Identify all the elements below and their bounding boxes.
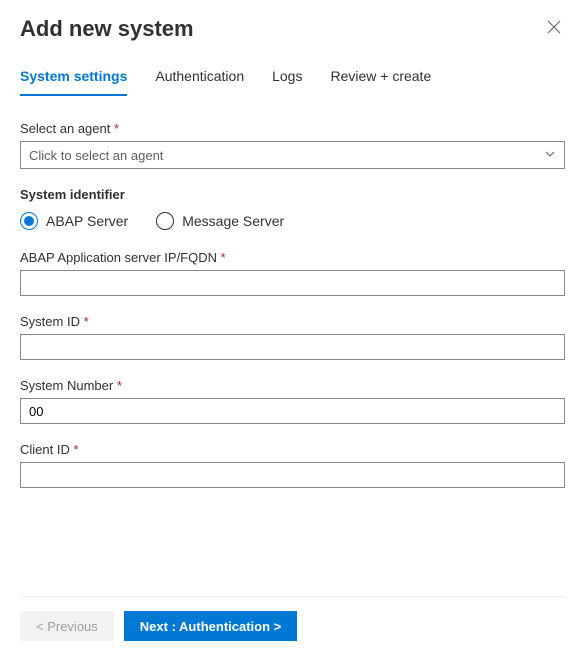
radio-abap-server[interactable]: ABAP Server xyxy=(20,212,128,230)
server-type-radio-group: ABAP Server Message Server xyxy=(20,212,565,230)
system-identifier-heading: System identifier xyxy=(20,187,565,202)
system-id-input[interactable] xyxy=(20,334,565,360)
add-system-pane: Add new system System settings Authentic… xyxy=(0,0,585,657)
chevron-down-icon xyxy=(544,148,556,163)
close-icon xyxy=(547,21,561,38)
form-body: Select an agent * Click to select an age… xyxy=(20,121,565,596)
select-agent-dropdown[interactable]: Click to select an agent xyxy=(20,141,565,169)
required-marker: * xyxy=(117,378,122,393)
abap-ip-input[interactable] xyxy=(20,270,565,296)
abap-ip-label: ABAP Application server IP/FQDN * xyxy=(20,250,565,265)
tab-label: Authentication xyxy=(155,68,244,84)
system-id-label: System ID * xyxy=(20,314,565,329)
required-marker: * xyxy=(114,121,119,136)
client-id-label: Client ID * xyxy=(20,442,565,457)
radio-icon xyxy=(20,212,38,230)
tab-logs[interactable]: Logs xyxy=(272,62,302,96)
tab-authentication[interactable]: Authentication xyxy=(155,62,244,96)
label-text: System Number xyxy=(20,378,113,393)
previous-button[interactable]: < Previous xyxy=(20,611,114,641)
field-select-agent: Select an agent * Click to select an age… xyxy=(20,121,565,169)
required-marker: * xyxy=(73,442,78,457)
system-number-input[interactable] xyxy=(20,398,565,424)
radio-label: ABAP Server xyxy=(46,213,128,229)
tab-label: Review + create xyxy=(330,68,431,84)
field-abap-ip: ABAP Application server IP/FQDN * xyxy=(20,250,565,296)
footer-bar: < Previous Next : Authentication > xyxy=(20,596,565,641)
field-client-id: Client ID * xyxy=(20,442,565,488)
tab-label: Logs xyxy=(272,68,302,84)
required-marker: * xyxy=(84,314,89,329)
select-agent-label: Select an agent * xyxy=(20,121,565,136)
label-text: System ID xyxy=(20,314,80,329)
tab-label: System settings xyxy=(20,68,127,84)
field-system-number: System Number * xyxy=(20,378,565,424)
field-system-id: System ID * xyxy=(20,314,565,360)
label-text: Select an agent xyxy=(20,121,110,136)
label-text: ABAP Application server IP/FQDN xyxy=(20,250,217,265)
tab-bar: System settings Authentication Logs Revi… xyxy=(20,62,565,97)
next-button[interactable]: Next : Authentication > xyxy=(124,611,297,641)
system-number-label: System Number * xyxy=(20,378,565,393)
radio-label: Message Server xyxy=(182,213,284,229)
page-title: Add new system xyxy=(20,16,194,42)
close-button[interactable] xyxy=(543,16,565,42)
tab-review-create[interactable]: Review + create xyxy=(330,62,431,96)
label-text: Client ID xyxy=(20,442,70,457)
radio-icon xyxy=(156,212,174,230)
required-marker: * xyxy=(221,250,226,265)
client-id-input[interactable] xyxy=(20,462,565,488)
radio-message-server[interactable]: Message Server xyxy=(156,212,284,230)
tab-system-settings[interactable]: System settings xyxy=(20,62,127,96)
pane-header: Add new system xyxy=(20,16,565,62)
dropdown-placeholder: Click to select an agent xyxy=(29,148,163,163)
